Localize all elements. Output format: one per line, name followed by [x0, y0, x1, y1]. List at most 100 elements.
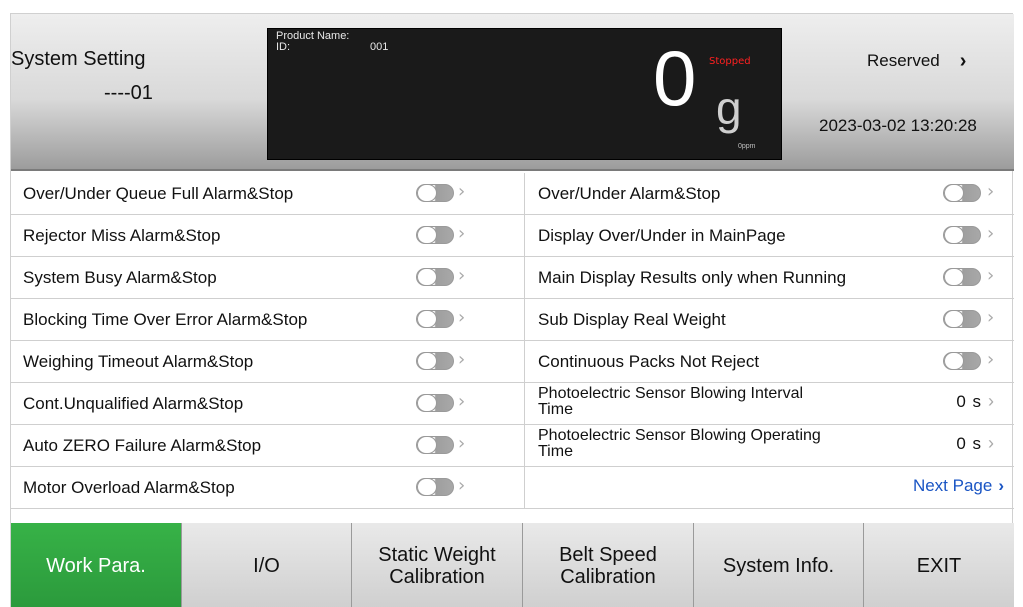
toggle-knob [944, 226, 964, 244]
setting-photoelectric-sensor-blowing-operating-time[interactable]: Photoelectric Sensor Blowing Operating T… [526, 425, 1014, 466]
chevron-right-icon: › [988, 433, 994, 453]
chevron-right-icon: › [458, 475, 466, 496]
toggle-knob [944, 184, 964, 202]
weight-display-panel: Product Name: ID: 001 Stopped 0 g 0ppm [267, 28, 782, 160]
toggle-knob [944, 310, 964, 328]
chevron-right-icon: › [458, 265, 466, 286]
setting-label: Rejector Miss Alarm&Stop [23, 225, 221, 245]
setting-system-busy-alarm-stop[interactable]: System Busy Alarm&Stop › [11, 257, 525, 298]
setting-label: Motor Overload Alarm&Stop [23, 477, 235, 497]
settings-row: System Busy Alarm&Stop › Main Display Resu… [11, 257, 1014, 299]
toggle-switch[interactable] [943, 352, 981, 370]
setting-motor-overload-alarm-stop[interactable]: Motor Overload Alarm&Stop › [11, 467, 525, 508]
header: System Setting ----01 Product Name: ID: … [11, 14, 1014, 171]
setting-weighing-timeout-alarm-stop[interactable]: Weighing Timeout Alarm&Stop › [11, 341, 525, 382]
toggle-knob [417, 436, 437, 454]
toggle-switch[interactable] [416, 478, 454, 496]
setting-over-under-queue-full-alarm-stop[interactable]: Over/Under Queue Full Alarm&Stop › [11, 173, 525, 214]
setting-label: Blocking Time Over Error Alarm&Stop [23, 309, 308, 329]
toggle-switch[interactable] [416, 310, 454, 328]
setting-main-display-results-only-when-running[interactable]: Main Display Results only when Running › [526, 257, 1014, 298]
toggle-knob [944, 268, 964, 286]
chevron-right-icon: › [987, 307, 995, 328]
nav-label: System Info. [722, 554, 835, 577]
next-page-link[interactable]: Next Page › [913, 476, 1004, 496]
next-page-label: Next Page [912, 476, 993, 495]
settings-row: Motor Overload Alarm&Stop › Next Page › [11, 467, 1014, 509]
app-window: System Setting ----01 Product Name: ID: … [10, 13, 1014, 607]
setting-label: Continuous Packs Not Reject [538, 351, 760, 371]
nav-work-para-button[interactable]: Work Para. [11, 523, 182, 607]
toggle-switch[interactable] [943, 226, 981, 244]
chevron-right-icon: › [458, 181, 466, 202]
toggle-switch[interactable] [416, 268, 454, 286]
toggle-switch[interactable] [943, 310, 981, 328]
toggle-switch[interactable] [943, 184, 981, 202]
chevron-right-icon: › [988, 391, 994, 411]
nav-exit-button[interactable]: EXIT [864, 523, 1014, 607]
settings-row: Rejector Miss Alarm&Stop › Display Over/Un… [11, 215, 1014, 257]
setting-auto-zero-failure-alarm-stop[interactable]: Auto ZERO Failure Alarm&Stop › [11, 425, 525, 466]
page-subtitle: ----01 [104, 82, 153, 104]
toggle-knob [417, 268, 437, 286]
nav-label: Belt Speed Calibration [559, 543, 657, 588]
setting-photoelectric-sensor-blowing-interval-time[interactable]: Photoelectric Sensor Blowing Interval Ti… [526, 383, 1014, 424]
toggle-switch[interactable] [943, 268, 981, 286]
toggle-knob [417, 352, 437, 370]
weight-unit: g [716, 82, 742, 134]
setting-label: Main Display Results only when Running [538, 267, 847, 287]
chevron-right-icon: › [458, 391, 466, 412]
setting-label: Sub Display Real Weight [538, 309, 726, 329]
nav-label: Static Weight Calibration [378, 543, 496, 588]
nav-label: I/O [253, 554, 280, 577]
toggle-switch[interactable] [416, 226, 454, 244]
nav-label: Work Para. [46, 554, 146, 577]
settings-row: Auto ZERO Failure Alarm&Stop › Photoelectr… [11, 425, 1014, 467]
setting-sub-display-real-weight[interactable]: Sub Display Real Weight › [526, 299, 1014, 340]
chevron-right-icon: › [458, 223, 466, 244]
toggle-knob [417, 310, 437, 328]
datetime: 2023-03-02 13:20:28 [819, 116, 977, 135]
chevron-right-icon: › [458, 349, 466, 370]
setting-blocking-time-over-error-alarm-stop[interactable]: Blocking Time Over Error Alarm&Stop › [11, 299, 525, 340]
setting-over-under-alarm-stop[interactable]: Over/Under Alarm&Stop › [526, 173, 1014, 214]
setting-cont-unqualified-alarm-stop[interactable]: Cont.Unqualified Alarm&Stop › [11, 383, 525, 424]
setting-continuous-packs-not-reject[interactable]: Continuous Packs Not Reject › [526, 341, 1014, 382]
product-id-value: 001 [370, 41, 389, 53]
toggle-knob [417, 184, 437, 202]
setting-label: Weighing Timeout Alarm&Stop [23, 351, 254, 371]
setting-label: Display Over/Under in MainPage [538, 225, 786, 245]
chevron-right-icon: › [458, 307, 466, 328]
settings-row: Weighing Timeout Alarm&Stop › Continuous P… [11, 341, 1014, 383]
setting-rejector-miss-alarm-stop[interactable]: Rejector Miss Alarm&Stop › [11, 215, 525, 256]
nav-static-weight-calibration-button[interactable]: Static Weight Calibration [352, 523, 523, 607]
reserved-button[interactable]: Reserved › [867, 51, 966, 71]
settings-row: Cont.Unqualified Alarm&Stop › Photoelectri… [11, 383, 1014, 425]
settings-row: Over/Under Queue Full Alarm&Stop › Over/Un… [11, 173, 1014, 215]
status-indicator: Stopped [709, 56, 751, 67]
nav-belt-speed-calibration-button[interactable]: Belt Speed Calibration [523, 523, 694, 607]
weight-readout: 0 [653, 34, 697, 122]
product-id-label: ID: [276, 41, 291, 53]
toggle-switch[interactable] [416, 436, 454, 454]
setting-label: Photoelectric Sensor Blowing Operating T… [538, 427, 821, 460]
toggle-knob [944, 352, 964, 370]
rate-readout: 0ppm [738, 143, 756, 150]
nav-i-o-button[interactable]: I/O [182, 523, 352, 607]
settings-row: Blocking Time Over Error Alarm&Stop › Sub … [11, 299, 1014, 341]
chevron-right-icon: › [987, 349, 995, 370]
setting-label: Auto ZERO Failure Alarm&Stop [23, 435, 262, 455]
toggle-knob [417, 226, 437, 244]
setting-label: Cont.Unqualified Alarm&Stop [23, 393, 244, 413]
chevron-right-icon: › [959, 50, 967, 72]
toggle-switch[interactable] [416, 352, 454, 370]
setting-label: Over/Under Queue Full Alarm&Stop [23, 183, 294, 203]
chevron-right-icon: › [987, 181, 995, 202]
toggle-switch[interactable] [416, 394, 454, 412]
chevron-right-icon: › [987, 223, 995, 244]
bottom-nav: Work Para. I/O Static Weight Calibration Be… [11, 523, 1014, 607]
setting-display-over-under-in-mainpage[interactable]: Display Over/Under in MainPage › [526, 215, 1014, 256]
toggle-switch[interactable] [416, 184, 454, 202]
chevron-right-icon: › [998, 476, 1004, 495]
nav-system-info-button[interactable]: System Info. [694, 523, 864, 607]
